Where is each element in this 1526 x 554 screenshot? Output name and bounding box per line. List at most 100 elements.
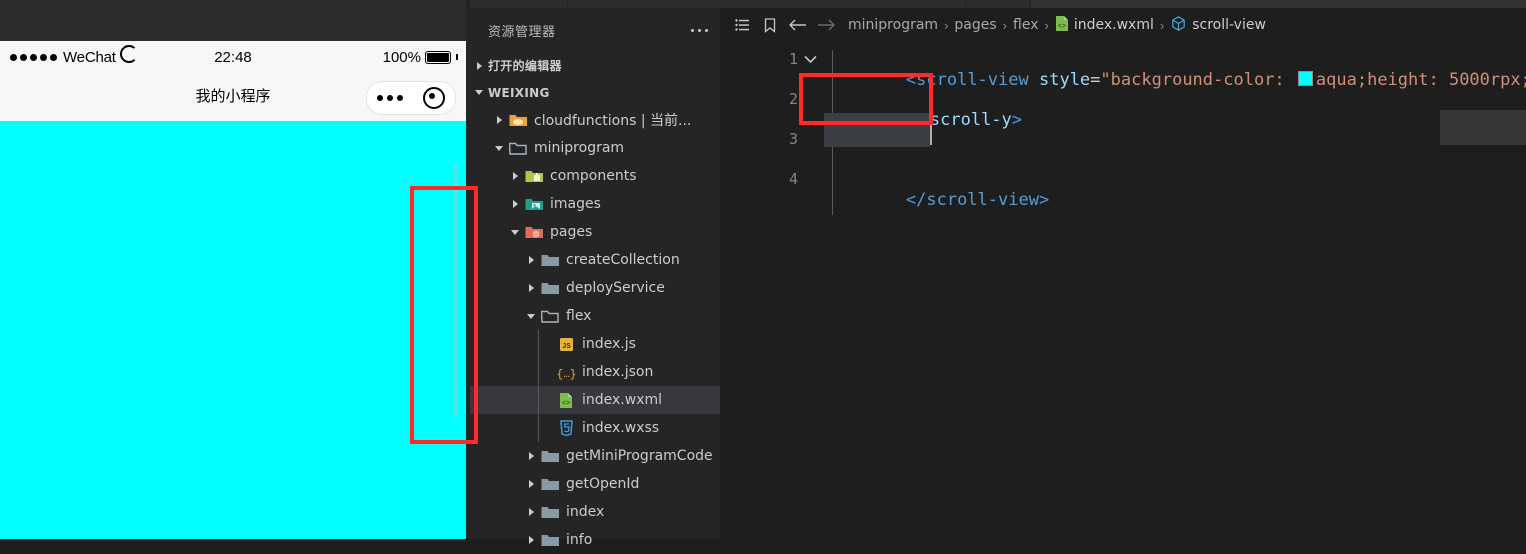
line-number: 4 [788,170,798,188]
tree-item-label: components [550,168,637,184]
file-item-index-js[interactable]: JS index.js [470,330,720,358]
breadcrumb-item-pages[interactable]: pages [954,17,996,33]
folder-item-pages[interactable]: <> pages [470,218,720,246]
battery-tip-icon [456,54,458,60]
target-circle-icon[interactable] [423,87,445,109]
tree-item-label: index.wxml [582,392,663,408]
breadcrumb-item-miniprogram[interactable]: miniprogram [848,17,938,33]
folder-item-createcollection[interactable]: createCollection [470,246,720,274]
folder-item-index[interactable]: index [470,498,720,526]
folder-item-components[interactable]: components [470,162,720,190]
breadcrumb-label: flex [1013,17,1039,33]
folder-images-icon [524,197,544,212]
tree-item-label: index.js [582,336,636,352]
breadcrumb-item-flex[interactable]: flex [1013,17,1038,33]
sidebar-section-label: 打开的编辑器 [488,59,562,73]
svg-text:<>: <> [533,232,539,238]
breadcrumb-separator: › [944,17,949,33]
more-dots-icon[interactable] [691,28,708,32]
bookmark-icon[interactable] [756,17,784,33]
chevron-right-icon[interactable] [470,61,488,70]
explorer-pane: 资源管理器 打开的编辑器 WEIXING cloudfunctions | 当前… [470,8,720,548]
chevron-right-icon[interactable] [490,116,508,124]
tag-open-bracket: < [905,70,917,90]
preview-vertical-scrollbar[interactable] [454,163,458,417]
phone-nav-bar: 我的小程序 [0,73,466,121]
chevron-right-icon[interactable] [522,536,540,544]
chevron-right-icon[interactable] [522,284,540,292]
js-file-icon: JS [556,337,576,352]
tree-item-label: miniprogram [534,140,625,156]
tab-strip-segment[interactable] [568,0,965,8]
chevron-down-icon[interactable] [522,313,540,319]
tree-item-label: deployService [566,280,665,296]
arrow-left-icon[interactable] [784,18,812,32]
symbol-cube-icon [1170,15,1187,36]
breadcrumb-item-index-wxml[interactable]: <> index.wxml [1055,15,1154,36]
file-item-index-json[interactable]: {…} index.json [470,358,720,386]
chevron-right-icon[interactable] [506,172,524,180]
status-bar-right: 100% [383,49,458,66]
file-item-index-wxml[interactable]: <> index.wxml [470,386,720,414]
wechat-capsule-button[interactable] [366,81,456,115]
chevron-right-icon[interactable] [522,480,540,488]
folder-pages-icon: <> [524,225,544,240]
tab-divider [1030,0,1031,8]
scroll-view-preview[interactable] [0,121,466,539]
breadcrumb-separator: › [1044,17,1049,33]
list-icon[interactable] [728,18,756,32]
breadcrumb-item-scroll-view[interactable]: scroll-view [1170,15,1266,36]
folder-open-icon [508,141,528,156]
folder-item-deployservice[interactable]: deployService [470,274,720,302]
folder-components-icon [524,169,544,184]
tree-item-label: getMiniProgramCode [566,448,713,464]
line-number: 3 [788,130,798,148]
chevron-down-icon[interactable] [470,90,488,95]
folder-item-getminiprogramcode[interactable]: getMiniProgramCode [470,442,720,470]
breadcrumb-label: pages [954,17,997,33]
wxml-file-icon: <> [1055,15,1069,36]
chevron-right-icon[interactable] [506,200,524,208]
code-line-4[interactable]: </scroll-view> [824,170,1049,230]
chevron-right-icon[interactable] [522,452,540,460]
tag-close-bracket: > [1011,110,1023,130]
editor-pane: miniprogram › pages › flex › <> index.wx… [720,8,1526,539]
tab-strip-segment[interactable] [966,0,1030,8]
folder-item-cloudfunctions[interactable]: cloudfunctions | 当前... [470,106,720,134]
simulator-toolbar [0,8,466,41]
explorer-title: 资源管理器 [488,24,556,40]
chevron-right-icon[interactable] [522,508,540,516]
chevron-down-icon[interactable] [804,54,817,67]
folder-item-flex[interactable]: flex [470,302,720,330]
chevron-down-icon[interactable] [490,145,508,151]
sidebar-section-open-editors[interactable]: 打开的编辑器 [470,52,720,79]
tree-item-label: images [550,196,601,212]
tree-item-label: index.wxss [582,420,660,436]
chevron-right-icon[interactable] [522,256,540,264]
folder-item-info[interactable]: info [470,526,720,554]
color-swatch-icon[interactable] [1297,71,1313,86]
folder-item-miniprogram[interactable]: miniprogram [470,134,720,162]
code-editor[interactable]: 1 2 3 4 <scroll-view style="background-c… [720,42,1526,539]
folder-icon [540,505,560,520]
breadcrumb: miniprogram › pages › flex › <> index.wx… [720,8,1526,42]
explorer-header: 资源管理器 [470,8,720,52]
file-tree: cloudfunctions | 当前... miniprogram compone… [470,106,720,554]
tree-item-label: info [566,532,593,548]
chevron-down-icon[interactable] [506,229,524,235]
line-number: 2 [788,90,798,108]
sidebar-section-weixing[interactable]: WEIXING [470,79,720,106]
tree-item-label: cloudfunctions | 当前... [534,113,692,129]
breadcrumb-label: index.wxml [1073,17,1154,33]
more-dots-icon[interactable] [377,95,403,101]
tree-item-label: createCollection [566,252,680,268]
battery-percent-label: 100% [382,48,421,66]
folder-icon [540,449,560,464]
tree-item-label: index.json [582,364,654,380]
tree-indent-guide [538,330,539,442]
attribute-scroll-y: scroll-y [929,110,1012,130]
folder-item-getopenid[interactable]: getOpenId [470,470,720,498]
minimap-slider[interactable] [1440,110,1526,145]
file-item-index-wxss[interactable]: index.wxss [470,414,720,442]
folder-item-images[interactable]: images [470,190,720,218]
